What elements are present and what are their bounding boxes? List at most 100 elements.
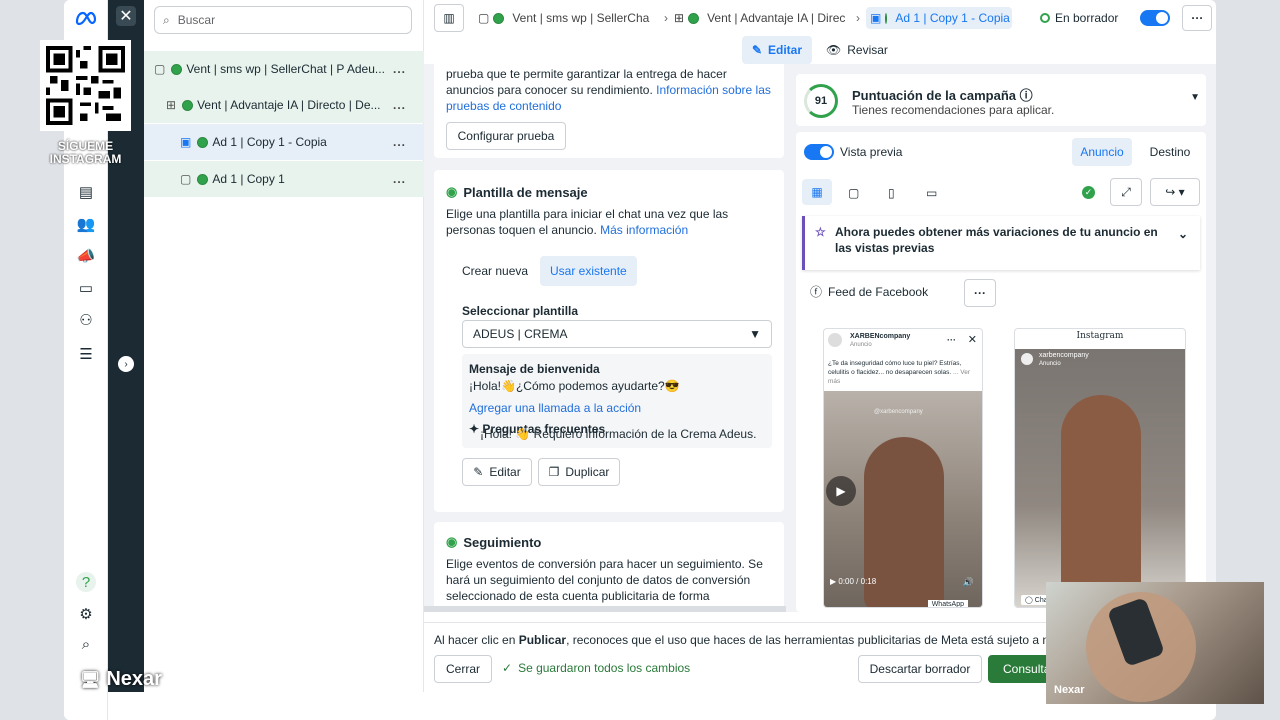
search-icon: ⌕	[163, 12, 170, 27]
grid-icon: ⊞	[166, 98, 177, 112]
tab-use-existing[interactable]: Usar existente	[540, 256, 637, 286]
close-icon[interactable]: ✕	[968, 333, 977, 346]
menu-icon[interactable]: ☰	[76, 344, 96, 364]
grid-icon: ⊞	[674, 11, 685, 25]
chevron-down-icon: ▼	[1190, 92, 1200, 103]
facebook-feed-preview: XARBENcompany Anuncio ··· ✕ ¿Te da inseg…	[823, 328, 983, 608]
score-gauge: 91	[804, 84, 838, 118]
facebook-icon: ⓕ	[810, 285, 823, 299]
copy-icon: ❐	[548, 465, 560, 479]
monitor-icon: 🖥	[80, 671, 101, 689]
active-dot-icon	[885, 12, 888, 24]
share-icon[interactable]: ↪ ▾	[1150, 178, 1200, 206]
variations-banner[interactable]: ☆ Ahora puedes obtener más variaciones d…	[802, 216, 1200, 270]
chevron-down-icon: ⌄	[1177, 227, 1188, 241]
active-dot-icon	[182, 99, 194, 111]
avatar	[1021, 353, 1033, 365]
more-options-icon[interactable]: ...	[393, 172, 406, 186]
more-options-icon[interactable]: ...	[393, 98, 406, 112]
horizontal-scrollbar[interactable]	[424, 606, 786, 612]
tree-item-campaign[interactable]: ▢ Vent | sms wp | SellerChat | P Adeu...…	[144, 51, 424, 87]
more-options-icon: ···	[947, 335, 956, 345]
expand-icon[interactable]: ⤢	[1110, 178, 1142, 206]
ad-toggle[interactable]	[1140, 10, 1171, 26]
more-options-icon[interactable]: ···	[964, 279, 996, 307]
check-icon: ✓	[1082, 186, 1095, 199]
ad-video[interactable]: xarbencompany Anuncio ◯ Chat	[1015, 349, 1185, 607]
pages-icon[interactable]: ▤	[76, 182, 96, 202]
tree-item-ad[interactable]: ▢ Ad 1 | Copy 1 ...	[144, 161, 424, 197]
billing-icon[interactable]: ▭	[76, 278, 96, 298]
instagram-caption: SÍGUEME INSTAGRAM	[49, 139, 122, 166]
vertical-format-icon[interactable]: ▯	[888, 186, 895, 200]
ad-video[interactable]: @xarbencompany ▶ ▶ 0:00 / 0:18 🔊 WhatsAp…	[824, 391, 982, 607]
info-icon: ⓘ	[1019, 88, 1033, 103]
volume-icon[interactable]: 🔊	[963, 577, 974, 588]
person-image	[1061, 395, 1141, 607]
chevron-right-icon: ›	[856, 11, 860, 25]
tab-edit[interactable]: ✎ Editar	[742, 36, 812, 64]
horizontal-format-icon[interactable]: ▭	[926, 186, 937, 200]
panel-toggle-icon[interactable]: ▥	[434, 4, 464, 32]
help-icon[interactable]: ?	[76, 572, 96, 592]
section-title: Plantilla de mensaje	[463, 184, 588, 200]
campaign-score-card[interactable]: 91 Puntuación de la campaña ⓘ Tienes rec…	[796, 74, 1206, 126]
more-options-icon[interactable]: ···	[1182, 5, 1213, 31]
eye-icon: 👁	[826, 43, 842, 57]
square-format-icon[interactable]: ▢	[848, 186, 859, 200]
expand-icon[interactable]: ›	[118, 356, 134, 372]
tab-ad[interactable]: Anuncio	[1072, 138, 1132, 166]
draft-icon	[1040, 13, 1050, 23]
configure-test-button[interactable]: Configurar prueba	[446, 122, 566, 150]
campaign-tree: ⌕ Buscar ▢ Vent | sms wp | SellerChat | …	[144, 0, 424, 692]
webcam-overlay: Nexar	[1046, 582, 1264, 704]
duplicate-template-button[interactable]: ❐ Duplicar	[538, 458, 620, 486]
ads-manager-window: ▤ 👥 📣 ▭ ⚇ ☰ ? ⚙ ⌕ ✕ › ⌕ Buscar ▢ Vent | …	[64, 0, 1216, 720]
audience-icon[interactable]: 👥	[76, 214, 96, 234]
close-icon[interactable]: ✕	[116, 6, 136, 26]
events-icon[interactable]: ⚇	[76, 310, 96, 330]
close-button[interactable]: Cerrar	[434, 655, 492, 683]
editor-column: prueba que te permite garantizar la entr…	[424, 64, 786, 612]
more-options-icon[interactable]: ...	[393, 135, 406, 149]
more-options-icon[interactable]: ...	[393, 62, 406, 76]
chevron-right-icon: ›	[664, 11, 668, 25]
qr-code	[40, 40, 131, 131]
template-select[interactable]: ADEUS | CREMA ▼	[462, 320, 772, 348]
megaphone-icon[interactable]: 📣	[76, 246, 96, 266]
ad-icon: ▣	[870, 11, 882, 25]
meta-logo-icon[interactable]	[74, 8, 98, 28]
discard-draft-button[interactable]: Descartar borrador	[858, 655, 982, 683]
edit-template-button[interactable]: ✎ Editar	[462, 458, 532, 486]
content-test-card: prueba que te permite garantizar la entr…	[434, 64, 784, 158]
crumb-ad[interactable]: ▣ Ad 1 | Copy 1 - Copia	[866, 7, 1012, 29]
play-icon[interactable]: ▶	[826, 476, 856, 506]
gear-icon[interactable]: ⚙	[76, 604, 96, 624]
tab-create-new[interactable]: Crear nueva	[454, 256, 536, 286]
folder-icon: ▢	[478, 11, 490, 25]
ad-icon: ▣	[180, 135, 192, 149]
search-icon[interactable]: ⌕	[76, 634, 96, 654]
ad-outline-icon: ▢	[180, 172, 192, 186]
feed-layout-icon[interactable]: ▦	[802, 179, 832, 205]
active-dot-icon	[197, 136, 209, 148]
terms-notice: Al hacer clic en Publicar, reconoces que…	[434, 633, 1089, 647]
check-circle-icon: ◉	[446, 534, 458, 549]
pencil-icon: ✎	[473, 465, 484, 479]
search-input[interactable]: ⌕ Buscar	[154, 6, 412, 34]
folder-icon: ▢	[154, 62, 166, 76]
tab-destination[interactable]: Destino	[1142, 138, 1198, 166]
crumb-adset[interactable]: ⊞ Vent | Advantaje IA | Direc	[674, 11, 850, 25]
tree-item-adset[interactable]: ⊞ Vent | Advantaje IA | Directo | De... …	[144, 87, 424, 123]
check-circle-icon: ◉	[446, 184, 458, 199]
avatar	[828, 333, 842, 347]
tab-review[interactable]: 👁 Revisar	[826, 36, 896, 64]
more-info-link[interactable]: Más información	[600, 223, 688, 237]
chevron-down-icon: ▼	[749, 327, 761, 341]
tracking-card: ◉ Seguimiento Elige eventos de conversió…	[434, 522, 784, 612]
watermark: 🖥 Nexar	[80, 668, 162, 690]
preview-toggle[interactable]	[804, 144, 834, 160]
tree-item-ad-copy[interactable]: ▣ Ad 1 | Copy 1 - Copia ...	[144, 124, 424, 160]
crumb-campaign[interactable]: ▢ Vent | sms wp | SellerCha	[478, 11, 658, 25]
add-cta-link[interactable]: Agregar una llamada a la acción	[469, 401, 765, 415]
